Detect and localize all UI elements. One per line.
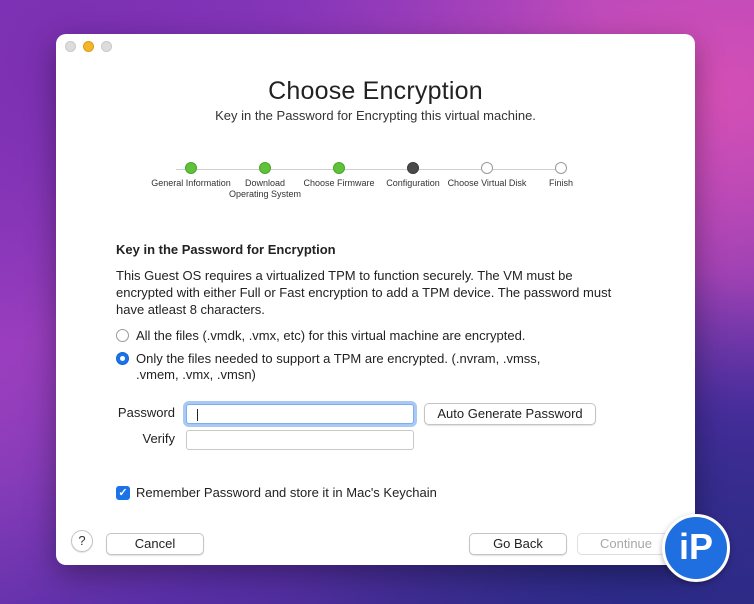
page-title: Choose Encryption: [268, 77, 483, 105]
close-window-button[interactable]: [65, 41, 76, 52]
site-logo-badge: iP: [662, 514, 730, 582]
step-done-indicator: [333, 162, 345, 174]
encryption-dialog: Choose Encryption Key in the Password fo…: [56, 34, 695, 565]
page-subtitle: Key in the Password for Encrypting this …: [215, 108, 536, 123]
keychain-label: Remember Password and store it in Mac's …: [136, 485, 437, 500]
keychain-option[interactable]: ✓ Remember Password and store it in Mac'…: [116, 485, 437, 500]
step-current-indicator: [407, 162, 419, 174]
radio-button-unselected[interactable]: [116, 329, 129, 342]
step-label: Choose Virtual Disk: [447, 178, 527, 188]
step-choose-virtual-disk: Choose Virtual Disk: [447, 162, 527, 189]
step-done-indicator: [259, 162, 271, 174]
step-done-indicator: [185, 162, 197, 174]
radio-button-selected[interactable]: [116, 352, 129, 365]
minimize-window-button[interactable]: [83, 41, 94, 52]
step-label: General Information: [151, 178, 231, 188]
step-todo-indicator: [555, 162, 567, 174]
text-cursor: [197, 409, 198, 421]
step-finish: Finish: [521, 162, 601, 189]
wizard-progress: General Information Download Operating S…: [151, 162, 684, 222]
zoom-window-button[interactable]: [101, 41, 112, 52]
password-field[interactable]: [186, 404, 414, 424]
verify-password-field[interactable]: [186, 430, 414, 450]
cancel-button[interactable]: Cancel: [106, 533, 204, 555]
verify-label: Verify: [142, 431, 175, 446]
step-download-os: Download Operating System: [225, 162, 305, 200]
checkmark-icon[interactable]: ✓: [116, 485, 130, 500]
auto-generate-password-button[interactable]: Auto Generate Password: [424, 403, 596, 425]
step-label: Finish: [548, 178, 573, 188]
window-controls: [65, 41, 112, 52]
step-label: Download Operating System: [228, 178, 302, 199]
step-label: Configuration: [386, 178, 440, 188]
step-general-information: General Information: [151, 162, 231, 189]
step-label: Choose Firmware: [303, 178, 375, 188]
option-encrypt-tpm-files[interactable]: Only the files needed to support a TPM a…: [116, 351, 576, 383]
option-encrypt-all-files[interactable]: All the files (.vmdk, .vmx, etc) for thi…: [116, 328, 636, 344]
step-configuration: Configuration: [373, 162, 453, 189]
section-heading: Key in the Password for Encryption: [116, 242, 336, 257]
step-choose-firmware: Choose Firmware: [299, 162, 379, 189]
option-label: Only the files needed to support a TPM a…: [136, 351, 541, 382]
go-back-button[interactable]: Go Back: [469, 533, 567, 555]
password-label: Password: [117, 405, 175, 420]
option-label: All the files (.vmdk, .vmx, etc) for thi…: [136, 328, 526, 343]
step-todo-indicator: [481, 162, 493, 174]
help-button[interactable]: ?: [71, 530, 93, 552]
section-description: This Guest OS requires a virtualized TPM…: [116, 268, 612, 317]
continue-button[interactable]: Continue: [577, 533, 675, 555]
